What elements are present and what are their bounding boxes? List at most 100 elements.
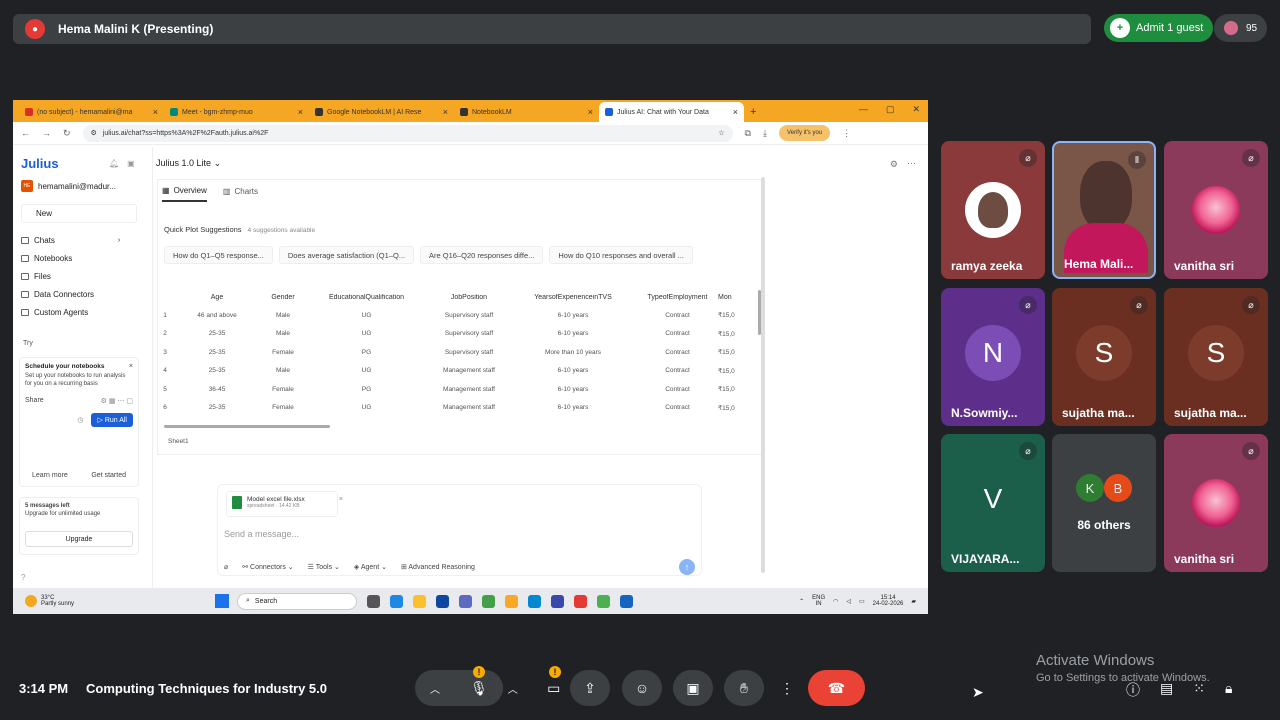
present-button[interactable]: ⇪ [570,670,610,706]
participant-tile[interactable]: K B 86 others [1052,434,1156,572]
sidebar-item-data-connectors[interactable]: Data Connectors [21,285,120,303]
help-icon[interactable]: ? [21,573,25,582]
suggestion-chip[interactable]: How do Q1–Q5 response... [164,246,273,264]
sidebar-toggle-icon[interactable]: ▣ [127,159,135,168]
browser-tab[interactable]: Google NotebookLM | AI Rese × [309,102,454,122]
folder-icon[interactable] [505,594,518,608]
close-icon[interactable]: × [588,107,593,117]
model-selector[interactable]: Julius 1.0 Lite ⌄ [156,158,221,169]
agent-button[interactable]: ◈ Agent ⌄ [354,563,387,571]
tray-chevron-icon[interactable]: ⌃ [799,598,804,605]
start-icon[interactable] [215,594,229,608]
maximize-icon[interactable]: ▢ [886,104,895,115]
remove-file-icon[interactable]: × [339,496,343,503]
tools-button[interactable]: ☰ Tools ⌄ [308,563,340,571]
participant-tile[interactable]: ⌀ vanitha sri [1164,141,1268,279]
notification-icon[interactable]: 🔔︎ [109,159,119,168]
verify-button[interactable]: Verify it's you [778,125,831,141]
close-icon[interactable]: × [129,363,133,370]
close-window-icon[interactable]: ✕ [912,104,920,115]
language-indicator[interactable]: ENG IN [812,595,825,607]
close-icon[interactable]: × [153,107,158,117]
more-options-button[interactable]: ⋮ [770,670,804,706]
info-icon[interactable]: ⓘ [1126,680,1140,700]
sidebar-item-chats[interactable]: Chats › [21,231,120,249]
sidebar-item-custom-agents[interactable]: Custom Agents [21,303,120,321]
browser-tab[interactable]: Meet - bgm-zhmp-muo × [164,102,309,122]
participants-button[interactable]: 95 [1214,14,1268,42]
browser-tab[interactable]: (no subject) - hemamalini@ma × [19,102,164,122]
new-tab-icon[interactable]: + [750,106,756,118]
admit-guest-button[interactable]: + Admit 1 guest [1104,14,1214,42]
participant-tile[interactable]: ⌀ ramya zeeka [941,141,1045,279]
url-bar[interactable]: ⚙ julius.ai/chat?ss=https%3A%2F%2Fauth.ju… [82,124,733,142]
chrome-alt-icon[interactable] [482,594,495,608]
host-controls-icon[interactable]: 🔒︎ [1225,680,1232,700]
send-button[interactable]: ↑ [679,559,695,575]
column-header[interactable]: Mon [718,294,758,301]
star-icon[interactable]: ☆ [718,129,724,137]
close-icon[interactable]: × [733,107,738,117]
menu-icon[interactable]: ⋮ [842,128,851,139]
task-view-icon[interactable] [367,594,380,608]
camera-icon[interactable]: ▭ [547,680,560,697]
browser-tab[interactable]: NotebookLM × [454,102,599,122]
raise-hand-button[interactable]: ✋︎ [724,670,764,706]
advanced-reasoning-toggle[interactable]: ⊞ Advanced Reasoning [401,563,475,571]
column-header[interactable]: YearsofExperienceinTVS [509,294,637,301]
browser-tab-active[interactable]: Julius AI: Chat with Your Data × [599,102,744,122]
connectors-button[interactable]: ⚯ Connectors ⌄ [242,563,293,571]
column-header[interactable]: Gender [262,294,304,301]
tab-overview[interactable]: ▦ Overview [162,180,207,202]
sidebar-item-notebooks[interactable]: Notebooks [21,249,120,267]
participant-tile[interactable]: S ⌀ sujatha ma... [1164,288,1268,426]
horizontal-scrollbar[interactable] [164,425,330,428]
participant-tile[interactable]: V ⌀ VIJAYARA... [941,434,1045,572]
suggestion-chip[interactable]: Does average satisfaction (Q1–Q... [278,246,415,264]
edge-icon[interactable] [528,594,541,608]
suggestion-chip[interactable]: How do Q10 responses and overall ... [549,246,693,264]
column-header[interactable]: EducationalQualification [304,294,429,301]
chevron-up-icon[interactable]: ︿ [430,681,440,696]
participant-tile[interactable]: ⦀ Hema Mali... [1052,141,1156,279]
run-all-button[interactable]: ▷ Run All [91,412,133,427]
suggestion-chip[interactable]: Are Q16–Q20 responses diffe... [420,246,544,264]
upgrade-button[interactable]: Upgrade [25,531,133,547]
panel-scrollbar[interactable] [761,177,765,573]
participant-tile[interactable]: S ⌀ sujatha ma... [1052,288,1156,426]
account-menu[interactable]: HE hemamalini@madur... [21,180,116,192]
participant-tile[interactable]: N ⌀ N.Sowmiy... [941,288,1045,426]
sheet-tab[interactable]: Sheet1 [168,438,189,445]
app-icon[interactable] [574,594,587,608]
file-explorer-icon[interactable] [413,594,426,608]
forward-icon[interactable]: → [42,128,51,138]
microphone-icon[interactable]: 🎙︎ [470,680,488,697]
taskbar-search[interactable]: ⌕ Search [237,592,357,610]
leave-call-button[interactable]: ☎︎ [808,670,865,706]
more-icon[interactable]: ⋯ [907,158,916,169]
chrome-icon[interactable] [597,594,610,608]
wifi-icon[interactable]: ◠ [833,598,838,605]
attach-icon[interactable]: ⌀ [224,563,228,571]
tab-charts[interactable]: ▥ Charts [223,180,258,202]
hp-icon[interactable] [436,594,449,608]
chevron-up-icon[interactable]: ︿ [508,681,518,696]
get-started-link[interactable]: Get started [91,472,126,479]
camera-control[interactable]: ︿ ▭! [493,666,575,706]
column-header[interactable]: Age [172,294,262,301]
chat-bubble-icon[interactable]: ▤ [1160,680,1173,700]
captions-button[interactable]: ▣ [673,670,713,706]
close-icon[interactable]: × [443,107,448,117]
weather-widget[interactable]: 33°C Partly sunny [25,595,215,607]
battery-icon[interactable]: ▭ [859,598,865,605]
extensions-icon[interactable]: ⧉ [745,128,751,139]
taskbar-clock[interactable]: 15:14 24-02-2026 [873,595,904,607]
learn-more-link[interactable]: Learn more [32,472,68,479]
minimize-icon[interactable]: — [859,104,868,115]
vpn-icon[interactable] [551,594,564,608]
reactions-button[interactable]: ☺ [622,670,662,706]
column-header[interactable]: JobPosition [429,294,509,301]
notification-bell-icon[interactable]: ▰ [911,598,916,605]
share-button[interactable]: Share [25,397,44,404]
message-input[interactable]: Send a message... [224,529,299,539]
